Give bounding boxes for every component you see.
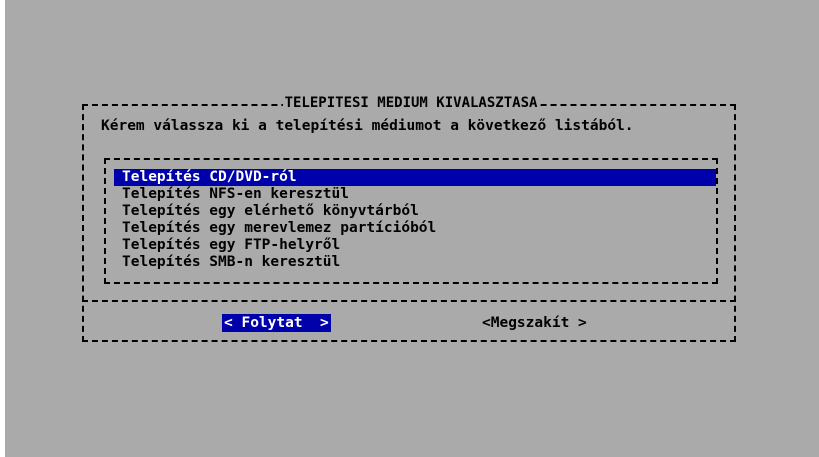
list-item-nfs[interactable]: Telepítés NFS-en keresztül — [114, 186, 716, 203]
dialog-title-row: TELEPITESI MEDIUM KIVALASZTASA — [82, 95, 740, 111]
button-separator — [82, 300, 736, 302]
continue-button[interactable]: < Folytat > — [222, 314, 331, 332]
list-item-smb[interactable]: Telepítés SMB-n keresztül — [114, 254, 716, 271]
abort-button[interactable]: <Megszakít > — [480, 314, 589, 332]
list-item-cd-dvd[interactable]: Telepítés CD/DVD-ról — [114, 169, 716, 186]
dialog-title: TELEPITESI MEDIUM KIVALASZTASA — [282, 95, 540, 111]
console-screen: TELEPITESI MEDIUM KIVALASZTASA Kérem vál… — [5, 0, 819, 457]
list-item-ftp[interactable]: Telepítés egy FTP-helyről — [114, 237, 716, 254]
list-item-hard-disk[interactable]: Telepítés egy merevlemez partícióból — [114, 220, 716, 237]
media-list: Telepítés CD/DVD-ról Telepítés NFS-en ke… — [114, 169, 716, 271]
button-row: < Folytat > <Megszakít > — [82, 314, 740, 332]
media-listbox[interactable]: Telepítés CD/DVD-ról Telepítés NFS-en ke… — [104, 158, 718, 284]
install-media-dialog: TELEPITESI MEDIUM KIVALASZTASA Kérem vál… — [82, 95, 740, 344]
dialog-prompt: Kérem válassza ki a telepítési médiumot … — [101, 118, 634, 134]
list-item-directory[interactable]: Telepítés egy elérhető könyvtárból — [114, 203, 716, 220]
